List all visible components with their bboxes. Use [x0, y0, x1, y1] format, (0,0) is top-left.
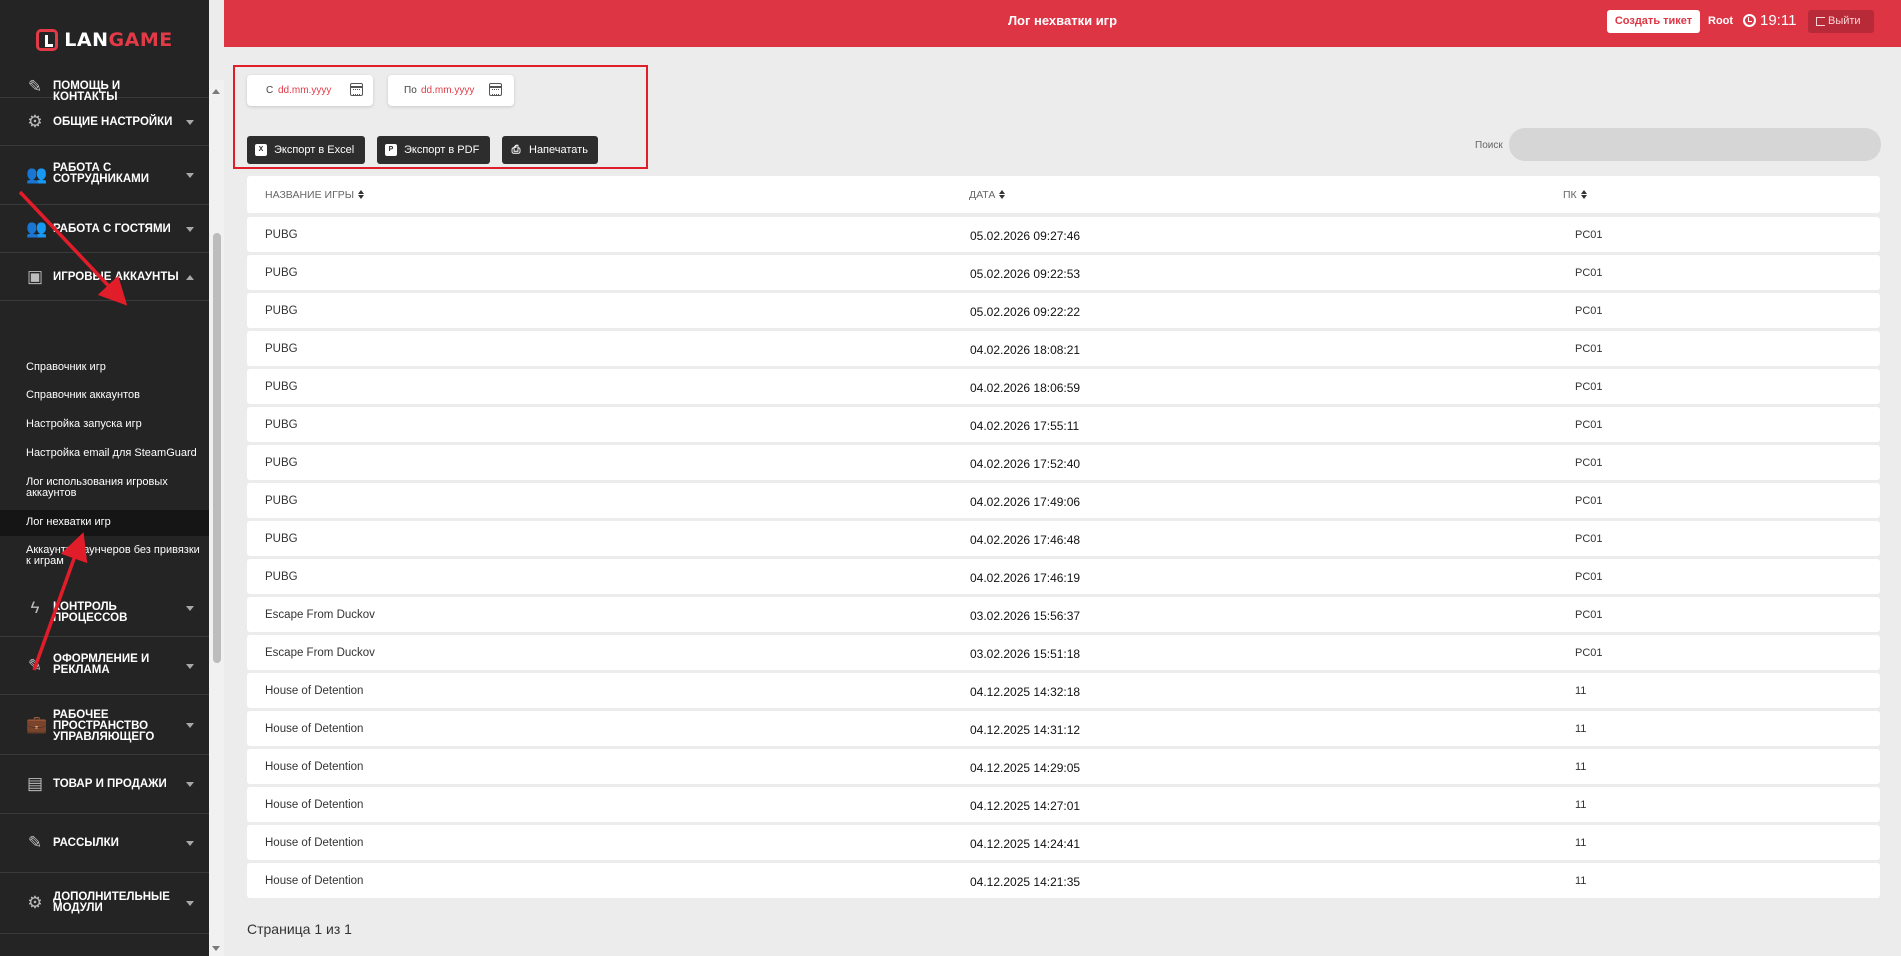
clock-time: 19:11	[1760, 12, 1797, 29]
table-row[interactable]: House of Detention 04.12.2025 14:27:01 11	[247, 787, 1880, 822]
table-row[interactable]: PUBG 04.02.2026 17:46:19 PC01	[247, 559, 1880, 594]
gear-icon: ⚙	[27, 893, 43, 912]
date-to-input[interactable]: dd.mm.yyyy	[421, 85, 474, 96]
calendar-icon[interactable]	[489, 83, 502, 96]
user-name: Root	[1708, 15, 1734, 27]
create-ticket-button[interactable]: Создать тикет	[1607, 10, 1700, 33]
gear-icon: ⚙	[27, 112, 43, 131]
briefcase-icon: 💼	[26, 715, 48, 734]
table-row[interactable]: House of Detention 04.12.2025 14:31:12 11	[247, 711, 1880, 746]
sort-icon[interactable]	[358, 190, 365, 199]
chevron-down-icon	[186, 782, 194, 787]
account-icon: ▣	[26, 267, 44, 286]
note-icon: ▤	[26, 774, 44, 793]
sidebar-item-staff[interactable]: 👥 Работа с сотрудниками	[0, 146, 209, 205]
sidebar-subitem-accounts-usage-log[interactable]: Лог использования игровых аккаунтов	[0, 477, 190, 499]
pdf-icon: P	[385, 144, 397, 156]
table-header: Название игры Дата ПК	[247, 176, 1880, 213]
date-to-prefix: По	[404, 85, 417, 96]
logo-text: LANGAME	[64, 29, 173, 51]
column-header-pc[interactable]: ПК	[1563, 189, 1587, 201]
chevron-down-icon	[186, 723, 194, 728]
sidebar-item-mailings[interactable]: ✎ Рассылки	[0, 814, 209, 873]
sidebar-subitem-games-shortage-log[interactable]: Лог нехватки игр	[0, 510, 209, 536]
table-row[interactable]: PUBG 04.02.2026 18:06:59 PC01	[247, 369, 1880, 404]
date-to-field[interactable]: По dd.mm.yyyy	[388, 75, 514, 106]
column-header-game[interactable]: Название игры	[265, 189, 365, 201]
top-header: Лог нехватки игр Создать тикет Root 19:1…	[224, 0, 1901, 47]
sidebar-item-manager-workspace[interactable]: 💼 Рабочее пространство управляющего	[0, 695, 209, 755]
chevron-down-icon	[186, 120, 194, 125]
date-from-field[interactable]: С dd.mm.yyyy	[247, 75, 373, 106]
scroll-down-icon[interactable]	[212, 946, 220, 951]
clock-icon	[1743, 14, 1756, 27]
sidebar-subitem-launch-settings[interactable]: Настройка запуска игр	[0, 419, 209, 430]
sidebar-subitem-games-directory[interactable]: Справочник игр	[0, 362, 209, 373]
scroll-up-icon[interactable]	[212, 89, 220, 94]
table-row[interactable]: House of Detention 04.12.2025 14:21:35 11	[247, 863, 1880, 898]
calendar-icon[interactable]	[350, 83, 363, 96]
sidebar-item-game-accounts[interactable]: ▣ Игровые аккаунты	[0, 253, 209, 301]
users-icon: 👥	[26, 165, 48, 184]
sidebar-item-help[interactable]: ✎ Помощь и контакты	[0, 70, 209, 103]
logo-icon	[36, 29, 59, 51]
date-from-prefix: С	[266, 85, 274, 96]
table-row[interactable]: PUBG 04.02.2026 17:52:40 PC01	[247, 445, 1880, 480]
print-button[interactable]: ⎙ Напечатать	[502, 136, 598, 164]
chevron-up-icon	[186, 275, 194, 280]
table-row[interactable]: PUBG 04.02.2026 17:49:06 PC01	[247, 483, 1880, 518]
table-row[interactable]: PUBG 04.02.2026 17:55:11 PC01	[247, 407, 1880, 442]
sidebar-item-goods-sales[interactable]: ▤ Товар и продажи	[0, 755, 209, 814]
logout-icon	[1816, 17, 1825, 26]
sidebar-item-process-control[interactable]: ϟ Контроль процессов	[0, 580, 209, 637]
table-row[interactable]: PUBG 05.02.2026 09:22:22 PC01	[247, 293, 1880, 328]
table-row[interactable]: House of Detention 04.12.2025 14:29:05 11	[247, 749, 1880, 784]
chevron-down-icon	[186, 606, 194, 611]
guests-icon: 👥	[26, 219, 48, 238]
bolt-icon: ϟ	[30, 598, 40, 617]
logout-button[interactable]: Выйти	[1808, 10, 1874, 33]
sidebar: LANGAME ✎ Помощь и контакты ⚙ Общие наст…	[0, 0, 209, 956]
chevron-down-icon	[186, 901, 194, 906]
table-row[interactable]: House of Detention 04.12.2025 14:24:41 11	[247, 825, 1880, 860]
sidebar-subitem-accounts-directory[interactable]: Справочник аккаунтов	[0, 390, 209, 401]
sidebar-item-general-settings[interactable]: ⚙ Общие настройки	[0, 98, 209, 146]
sidebar-item-design-ads[interactable]: ✎ Оформление и реклама	[0, 637, 209, 695]
export-pdf-button[interactable]: P Экспорт в PDF	[377, 136, 490, 164]
chevron-down-icon	[186, 173, 194, 178]
edit-icon: ✎	[27, 833, 43, 852]
table-row[interactable]: PUBG 04.02.2026 17:46:48 PC01	[247, 521, 1880, 556]
column-header-date[interactable]: Дата	[969, 189, 1006, 201]
edit-icon: ✎	[27, 656, 43, 675]
sidebar-item-guests[interactable]: 👥 Работа с гостями	[0, 205, 209, 253]
sidebar-scrollbar-thumb[interactable]	[213, 233, 221, 663]
sidebar-subitem-launcher-accounts[interactable]: Аккаунты лаунчеров без привязки к играм	[0, 545, 205, 567]
pagination-text: Страница 1 из 1	[247, 921, 352, 937]
table-row[interactable]: Escape From Duckov 03.02.2026 15:51:18 PC0…	[247, 635, 1880, 670]
print-icon: ⎙	[511, 144, 521, 156]
excel-icon: X	[255, 144, 267, 156]
table-row[interactable]: House of Detention 04.12.2025 14:32:18 11	[247, 673, 1880, 708]
table-row[interactable]: PUBG 04.02.2026 18:08:21 PC01	[247, 331, 1880, 366]
search-input[interactable]	[1509, 128, 1881, 161]
logo[interactable]: LANGAME	[0, 0, 209, 80]
logout-label: Выйти	[1828, 15, 1861, 27]
search-label: Поиск	[1475, 140, 1503, 151]
chevron-down-icon	[186, 227, 194, 232]
table-row[interactable]: Escape From Duckov 03.02.2026 15:56:37 PC0…	[247, 597, 1880, 632]
sort-icon[interactable]	[1580, 190, 1587, 199]
date-from-input[interactable]: dd.mm.yyyy	[278, 85, 331, 96]
table-row[interactable]: PUBG 05.02.2026 09:27:46 PC01	[247, 217, 1880, 252]
edit-icon: ✎	[27, 77, 43, 96]
sidebar-item-extra-modules[interactable]: ⚙ Дополнительные модули	[0, 873, 209, 934]
sidebar-subitem-steamguard-email[interactable]: Настройка email для SteamGuard	[0, 448, 209, 459]
table-row[interactable]: PUBG 05.02.2026 09:22:53 PC01	[247, 255, 1880, 290]
chevron-down-icon	[186, 841, 194, 846]
chevron-down-icon	[186, 664, 194, 669]
export-excel-button[interactable]: X Экспорт в Excel	[247, 136, 365, 164]
sort-icon[interactable]	[999, 190, 1006, 199]
